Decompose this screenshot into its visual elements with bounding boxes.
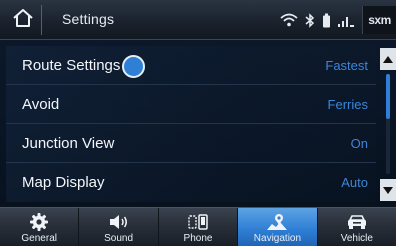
top-bar: Settings sxm (0, 0, 396, 40)
row-value: On (350, 135, 368, 151)
home-icon (12, 8, 34, 33)
wifi-icon (280, 13, 298, 27)
scroll-up-button[interactable] (380, 48, 396, 70)
settings-screen: Settings sxm Route Settings Fastest Avoi… (0, 0, 396, 246)
sxm-button[interactable]: sxm (362, 6, 396, 34)
row-label: Map Display (22, 174, 105, 191)
battery-icon (322, 13, 331, 28)
map-display-row[interactable]: Map Display Auto (6, 163, 376, 202)
home-button[interactable] (4, 5, 42, 35)
route-settings-row[interactable]: Route Settings Fastest (6, 46, 376, 85)
speaker-icon (109, 212, 129, 231)
row-label: Avoid (22, 95, 60, 113)
avoid-row[interactable]: Avoid Ferries (6, 85, 376, 124)
phone-icon (188, 212, 208, 231)
row-value: Fastest (325, 57, 368, 73)
caret-up-icon (383, 50, 393, 68)
tab-label: Navigation (253, 233, 302, 244)
scroll-down-button[interactable] (380, 179, 396, 201)
tab-navigation[interactable]: Navigation (238, 208, 318, 246)
row-label: Junction View (22, 134, 115, 152)
navigation-icon (266, 212, 288, 231)
tab-label: Vehicle (340, 233, 373, 244)
scrollbar[interactable] (380, 46, 396, 201)
bottom-nav: General Sound Phone Navigation Vehicle (0, 207, 396, 246)
row-value: Auto (341, 175, 368, 190)
tab-label: Sound (104, 233, 134, 244)
tab-vehicle[interactable]: Vehicle (318, 208, 396, 246)
scroll-track[interactable] (386, 74, 390, 174)
status-area: sxm (273, 6, 396, 34)
tab-label: Phone (183, 233, 213, 244)
tab-general[interactable]: General (0, 208, 80, 246)
tab-label: General (21, 233, 57, 244)
signal-icon (338, 13, 354, 27)
bluetooth-icon (305, 12, 315, 28)
tab-phone[interactable]: Phone (159, 208, 239, 246)
car-icon (346, 212, 368, 231)
page-title: Settings (62, 11, 115, 27)
row-value: Ferries (327, 96, 368, 112)
junction-view-row[interactable]: Junction View On (6, 124, 376, 163)
tab-sound[interactable]: Sound (79, 208, 159, 246)
scroll-thumb[interactable] (386, 74, 390, 119)
settings-list: Route Settings Fastest Avoid Ferries Jun… (6, 46, 376, 202)
gear-icon (30, 212, 49, 231)
row-label: Route Settings (22, 56, 121, 74)
caret-down-icon (383, 181, 393, 199)
touch-indicator (122, 55, 145, 78)
